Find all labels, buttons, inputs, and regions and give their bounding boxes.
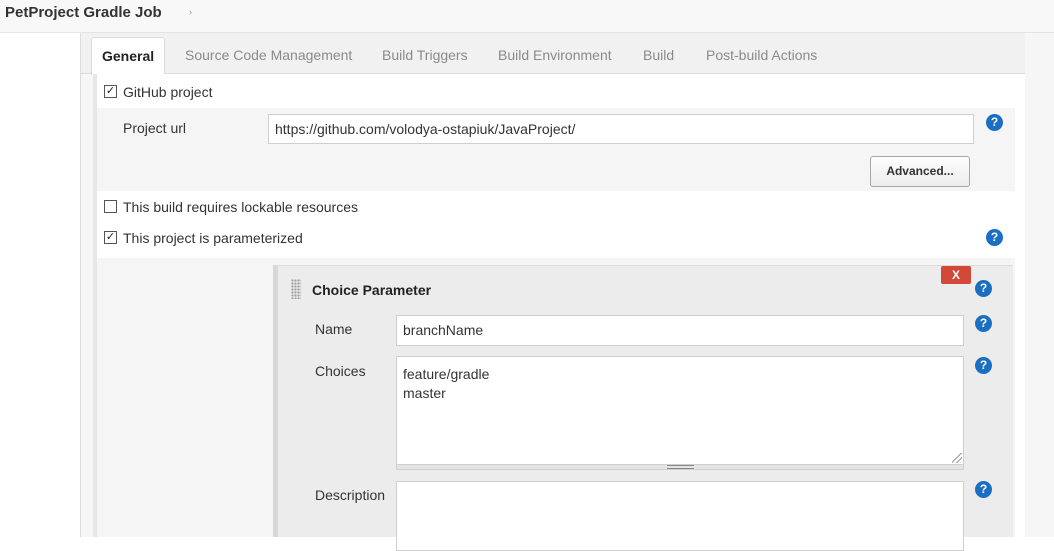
choice-parameter-title: Choice Parameter <box>312 282 432 298</box>
question-circle-icon[interactable]: ? <box>975 357 992 374</box>
tab-build-triggers[interactable]: Build Triggers <box>382 47 468 63</box>
project-url-label: Project url <box>123 120 187 136</box>
textarea-vertical-resize-handle[interactable] <box>396 464 964 470</box>
tab-source-code-management[interactable]: Source Code Management <box>185 47 352 63</box>
lockable-resources-checkbox[interactable] <box>104 200 117 213</box>
parameterized-label: This project is parameterized <box>123 230 303 246</box>
choice-parameter-block: Choice Parameter X ? Name branchName ? C… <box>273 265 1013 551</box>
tab-post-build-actions[interactable]: Post-build Actions <box>706 47 817 63</box>
lockable-resources-label: This build requires lockable resources <box>123 199 358 215</box>
delete-parameter-button[interactable]: X <box>941 266 971 284</box>
breadcrumb-job-name[interactable]: PetProject Gradle Job <box>5 4 162 21</box>
job-config-panel: General Source Code Management Build Tri… <box>80 33 1054 551</box>
tab-build-environment[interactable]: Build Environment <box>498 47 612 63</box>
breadcrumb-chevron-icon[interactable]: › <box>189 7 192 17</box>
tab-build[interactable]: Build <box>643 47 674 63</box>
parameter-description-textarea[interactable] <box>396 481 964 551</box>
question-circle-icon[interactable]: ? <box>975 481 992 498</box>
advanced-button[interactable]: Advanced... <box>870 156 970 187</box>
parameter-name-input[interactable]: branchName <box>396 315 964 346</box>
parameter-choices-label: Choices <box>315 363 366 379</box>
question-circle-icon[interactable]: ? <box>975 280 992 297</box>
breadcrumb-bar: PetProject Gradle Job › <box>0 0 1054 33</box>
github-project-checkbox[interactable]: ✓ <box>104 85 117 98</box>
question-circle-icon[interactable]: ? <box>975 315 992 332</box>
parameter-description-label: Description <box>315 487 386 503</box>
choice-item: feature/gradle <box>403 366 490 382</box>
general-section: ✓ GitHub project Project url https://git… <box>93 74 1025 551</box>
choice-item: master <box>403 385 446 401</box>
resize-grip-icon[interactable] <box>952 453 962 463</box>
drag-handle-icon[interactable] <box>291 279 301 299</box>
config-tab-bar: General Source Code Management Build Tri… <box>81 33 1025 75</box>
github-project-label: GitHub project <box>123 84 213 100</box>
github-project-options: Project url https://github.com/volodya-o… <box>97 108 1015 191</box>
parameter-name-label: Name <box>315 321 353 337</box>
tab-general[interactable]: General <box>91 37 166 75</box>
question-circle-icon[interactable]: ? <box>986 114 1003 131</box>
parameterized-checkbox[interactable]: ✓ <box>104 231 117 244</box>
project-url-input[interactable]: https://github.com/volodya-ostapiuk/Java… <box>268 114 974 144</box>
parameter-choices-textarea[interactable]: feature/gradle master <box>396 356 964 465</box>
grip-lines-icon <box>667 465 694 469</box>
question-circle-icon[interactable]: ? <box>986 229 1003 246</box>
